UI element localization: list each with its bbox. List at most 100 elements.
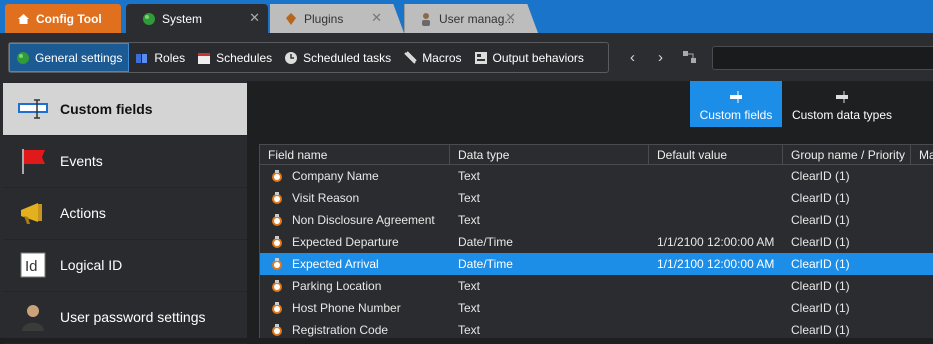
subtab-label: Custom fields bbox=[699, 108, 773, 122]
column-header[interactable]: Group name / Priority bbox=[783, 145, 911, 165]
cell-group-priority: ClearID (1) bbox=[791, 257, 850, 271]
cell-field-name: Company Name bbox=[292, 169, 379, 183]
cell-group-priority: ClearID (1) bbox=[791, 279, 850, 293]
cell-data-type: Text bbox=[458, 323, 481, 337]
toolbar: General settings Roles Schedules Schedul… bbox=[0, 33, 933, 81]
tab-plugins[interactable]: Plugins ✕ bbox=[270, 4, 404, 33]
subtab-label: Custom data types bbox=[791, 108, 893, 122]
cell-group-priority: ClearID (1) bbox=[791, 235, 850, 249]
toolbar-label: Roles bbox=[154, 50, 186, 65]
tab-user-management[interactable]: User manag... ✕ bbox=[404, 4, 538, 33]
tab-system-label: System bbox=[162, 11, 203, 26]
close-icon[interactable]: ✕ bbox=[505, 10, 516, 26]
toolbar-label: General settings bbox=[35, 50, 123, 65]
macro-icon bbox=[404, 50, 417, 64]
globe-icon bbox=[17, 51, 29, 64]
svg-text:Id: Id bbox=[25, 258, 38, 275]
calendar-icon bbox=[198, 52, 211, 64]
chevron-right-icon[interactable]: › bbox=[658, 49, 663, 66]
tab-users-label: User manag... bbox=[439, 11, 515, 26]
custom-field-icon bbox=[272, 258, 282, 270]
tab-config-tool[interactable]: Config Tool bbox=[5, 4, 121, 33]
column-header[interactable]: Default value bbox=[649, 145, 783, 165]
subtab-custom-data-types[interactable]: Custom data types bbox=[782, 81, 902, 127]
column-header[interactable]: Ma bbox=[911, 145, 933, 165]
sidebar-item-custom-fields[interactable]: Custom fields bbox=[3, 83, 247, 136]
subtab-custom-fields[interactable]: Custom fields bbox=[690, 81, 782, 127]
custom-field-icon bbox=[272, 236, 282, 248]
cell-default-value: 1/1/2100 12:00:00 AM bbox=[657, 257, 775, 271]
column-header[interactable]: Field name bbox=[260, 145, 450, 165]
user-icon bbox=[422, 12, 430, 26]
toolbar-macros[interactable]: Macros bbox=[397, 43, 467, 72]
custom-field-icon bbox=[272, 192, 282, 204]
clock-icon bbox=[285, 51, 298, 64]
sidebar-item-label: User password settings bbox=[60, 309, 206, 325]
cell-data-type: Text bbox=[458, 213, 481, 227]
tab-bar: Config Tool System ✕ Plugins ✕ User mana… bbox=[0, 0, 933, 33]
cell-field-name: Registration Code bbox=[292, 323, 389, 337]
network-icon[interactable] bbox=[682, 50, 697, 64]
toolbar-general-settings[interactable]: General settings bbox=[9, 43, 130, 72]
sidebar-item-label: Events bbox=[60, 153, 103, 169]
custom-field-icon bbox=[272, 280, 282, 292]
cell-group-priority: ClearID (1) bbox=[791, 323, 850, 337]
chevron-left-icon[interactable]: ‹ bbox=[630, 49, 635, 66]
cell-group-priority: ClearID (1) bbox=[791, 301, 850, 315]
table-row[interactable]: Registration Code Text ClearID (1) bbox=[260, 319, 933, 338]
cell-group-priority: ClearID (1) bbox=[791, 169, 850, 183]
table-row[interactable]: Non Disclosure Agreement Text ClearID (1) bbox=[260, 209, 933, 231]
close-icon[interactable]: ✕ bbox=[371, 10, 382, 26]
cell-field-name: Host Phone Number bbox=[292, 301, 401, 315]
sidebar-item-label: Actions bbox=[60, 205, 106, 221]
plugin-icon bbox=[286, 12, 296, 25]
column-header[interactable]: Data type bbox=[450, 145, 649, 165]
custom-field-icon bbox=[272, 214, 282, 226]
table-row[interactable]: Expected Arrival Date/Time 1/1/2100 12:00:… bbox=[260, 253, 933, 275]
toolbar-output-behaviors[interactable]: Output behaviors bbox=[468, 43, 590, 72]
cell-data-type: Date/Time bbox=[458, 235, 513, 249]
cell-field-name: Non Disclosure Agreement bbox=[292, 213, 435, 227]
home-icon bbox=[18, 14, 29, 24]
sidebar-item-label: Logical ID bbox=[60, 257, 123, 273]
data-type-icon bbox=[836, 91, 848, 103]
cell-group-priority: ClearID (1) bbox=[791, 191, 850, 205]
sidebar-item-actions[interactable]: Actions bbox=[3, 187, 247, 240]
cell-field-name: Expected Departure bbox=[292, 235, 399, 249]
toolbar-label: Macros bbox=[422, 50, 462, 65]
cell-group-priority: ClearID (1) bbox=[791, 213, 850, 227]
sidebar-item-events[interactable]: Events bbox=[3, 135, 247, 188]
table-row[interactable]: Expected Departure Date/Time 1/1/2100 12:0… bbox=[260, 231, 933, 253]
cell-field-name: Visit Reason bbox=[292, 191, 360, 205]
table-row[interactable]: Company Name Text ClearID (1) bbox=[260, 165, 933, 187]
table-row[interactable]: Parking Location Text ClearID (1) bbox=[260, 275, 933, 297]
flag-icon bbox=[18, 146, 48, 176]
cell-data-type: Date/Time bbox=[458, 257, 513, 271]
sidebar-item-user-password-settings[interactable]: User password settings bbox=[3, 291, 247, 344]
toolbar-label: Output behaviors bbox=[492, 50, 584, 65]
cell-data-type: Text bbox=[458, 301, 481, 315]
megaphone-icon bbox=[18, 198, 48, 228]
toolbar-roles[interactable]: Roles bbox=[129, 43, 191, 72]
custom-field-icon bbox=[272, 302, 282, 314]
toolbar-schedules[interactable]: Schedules bbox=[191, 43, 278, 72]
custom-field-icon bbox=[730, 91, 742, 103]
cell-default-value: 1/1/2100 12:00:00 AM bbox=[657, 235, 775, 249]
cell-data-type: Text bbox=[458, 169, 481, 183]
table-row[interactable]: Visit Reason Text ClearID (1) bbox=[260, 187, 933, 209]
id-icon: Id bbox=[18, 250, 48, 280]
search-input[interactable] bbox=[712, 46, 933, 70]
toolbar-label: Schedules bbox=[216, 50, 273, 65]
tab-plugins-label: Plugins bbox=[304, 11, 344, 26]
toolbar-scheduled-tasks[interactable]: Scheduled tasks bbox=[278, 43, 397, 72]
output-icon bbox=[474, 51, 487, 64]
cell-field-name: Expected Arrival bbox=[292, 257, 379, 271]
close-icon[interactable]: ✕ bbox=[249, 10, 260, 26]
sidebar-item-label: Custom fields bbox=[60, 101, 153, 117]
cell-data-type: Text bbox=[458, 191, 481, 205]
sidebar-item-logical-id[interactable]: Id Logical ID bbox=[3, 239, 247, 292]
cell-field-name: Parking Location bbox=[292, 279, 382, 293]
toolbar-label: Scheduled tasks bbox=[303, 50, 392, 65]
table-row[interactable]: Host Phone Number Text ClearID (1) bbox=[260, 297, 933, 319]
tab-system[interactable]: System ✕ bbox=[126, 4, 268, 33]
